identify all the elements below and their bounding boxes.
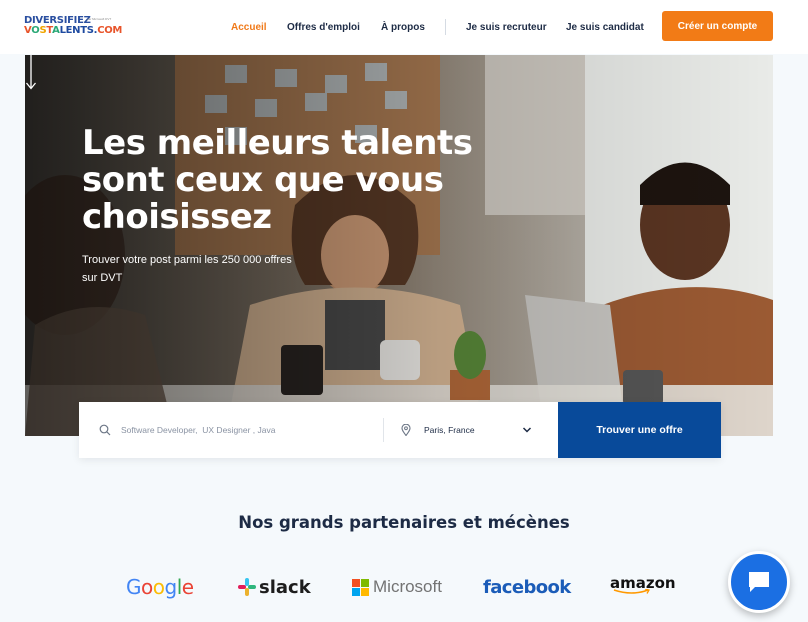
partner-logo-amazon[interactable]: amazon: [610, 574, 676, 600]
hero-title: Les meilleurs talents sont ceux que vous…: [82, 125, 502, 236]
job-search-input[interactable]: [121, 421, 371, 439]
partner-logo-google[interactable]: Google: [126, 574, 194, 600]
nav-divider: [445, 19, 446, 35]
slack-logo-text: slack: [259, 576, 311, 598]
nav-accueil[interactable]: Accueil: [231, 0, 267, 54]
chat-button[interactable]: [728, 551, 790, 613]
location-pin-icon: [401, 424, 411, 436]
page: DIVERSIFIEZ par Microsoft DVT VOSTALENTS…: [0, 0, 808, 622]
hero-title-line1: Les meilleurs talents: [82, 123, 473, 163]
nav-accueil-link[interactable]: Accueil: [231, 22, 267, 33]
logo-line2: VOSTALENTS.COM: [24, 25, 123, 36]
microsoft-logo-text: Microsoft: [373, 577, 442, 596]
nav-offres[interactable]: Offres d'emploi: [287, 0, 360, 54]
location-select-value[interactable]: Paris, France: [424, 425, 475, 435]
partner-logo-slack[interactable]: slack: [238, 574, 311, 600]
partners-title: Nos grands partenaires et mécènes: [238, 513, 570, 532]
nav-propos-link[interactable]: À propos: [381, 22, 425, 33]
hero: Les meilleurs talents sont ceux que vous…: [25, 55, 773, 436]
nav-offres-link[interactable]: Offres d'emploi: [287, 22, 360, 33]
hero-photo: [25, 55, 773, 436]
search-divider: [383, 418, 384, 442]
amazon-smile-icon: [613, 589, 650, 594]
nav-recruteur-link[interactable]: Je suis recruteur: [466, 22, 547, 33]
nav-candidat[interactable]: Je suis candidat: [566, 0, 644, 54]
hero-title-line2: sont ceux que vous: [82, 160, 444, 200]
nav-recruteur[interactable]: Je suis recruteur: [466, 0, 547, 54]
create-account-button[interactable]: Créer un compte: [662, 11, 773, 41]
chevron-down-icon[interactable]: [522, 426, 532, 434]
partner-logo-microsoft[interactable]: Microsoft: [352, 574, 442, 600]
chat-icon: [749, 572, 769, 592]
find-offer-button[interactable]: Trouver une offre: [558, 402, 721, 458]
search-icon: [99, 424, 111, 436]
hero-title-line3: choisissez: [82, 197, 272, 237]
header: DIVERSIFIEZ par Microsoft DVT VOSTALENTS…: [0, 0, 808, 54]
job-search-bar: Paris, France Trouver une offre: [79, 402, 721, 458]
nav-propos[interactable]: À propos: [381, 0, 425, 54]
logo-tagline: par Microsoft DVT: [87, 17, 112, 21]
arrow-down-icon[interactable]: [25, 55, 37, 91]
logo[interactable]: DIVERSIFIEZ par Microsoft DVT VOSTALENTS…: [24, 15, 134, 39]
nav-candidat-link[interactable]: Je suis candidat: [566, 22, 644, 33]
google-logo-text: Google: [126, 575, 194, 599]
facebook-logo-text: facebook: [483, 576, 571, 598]
microsoft-icon: [352, 578, 369, 596]
hero-subtitle: Trouver votre post parmi les 250 000 off…: [82, 254, 292, 284]
partner-logo-facebook[interactable]: facebook: [483, 574, 571, 600]
slack-icon: [238, 578, 256, 596]
